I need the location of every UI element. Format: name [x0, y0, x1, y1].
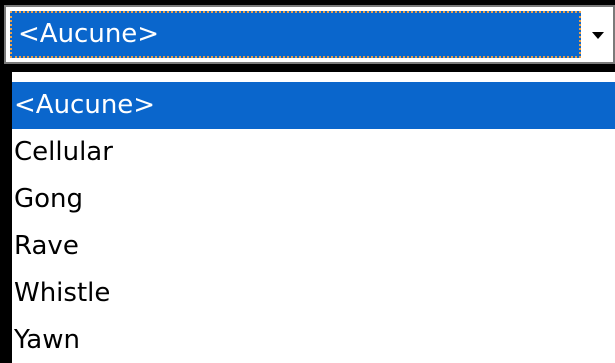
combobox-selected-value[interactable]: <Aucune> — [10, 11, 581, 58]
sound-selector-screen: <Aucune> <Aucune> Cellular Gong Rave Whi… — [0, 0, 615, 363]
list-item-cellular[interactable]: Cellular — [12, 129, 615, 176]
dropdown-arrow-button[interactable] — [583, 7, 613, 62]
list-item-whistle[interactable]: Whistle — [12, 270, 615, 317]
list-item-gong[interactable]: Gong — [12, 176, 615, 223]
list-item-rave[interactable]: Rave — [12, 223, 615, 270]
list-item-none[interactable]: <Aucune> — [12, 82, 615, 129]
dropdown-arrow-icon — [592, 31, 604, 39]
list-item-yawn[interactable]: Yawn — [12, 317, 615, 363]
sound-combobox[interactable]: <Aucune> — [4, 5, 615, 64]
dropdown-list[interactable]: <Aucune> Cellular Gong Rave Whistle Yawn — [10, 70, 615, 363]
